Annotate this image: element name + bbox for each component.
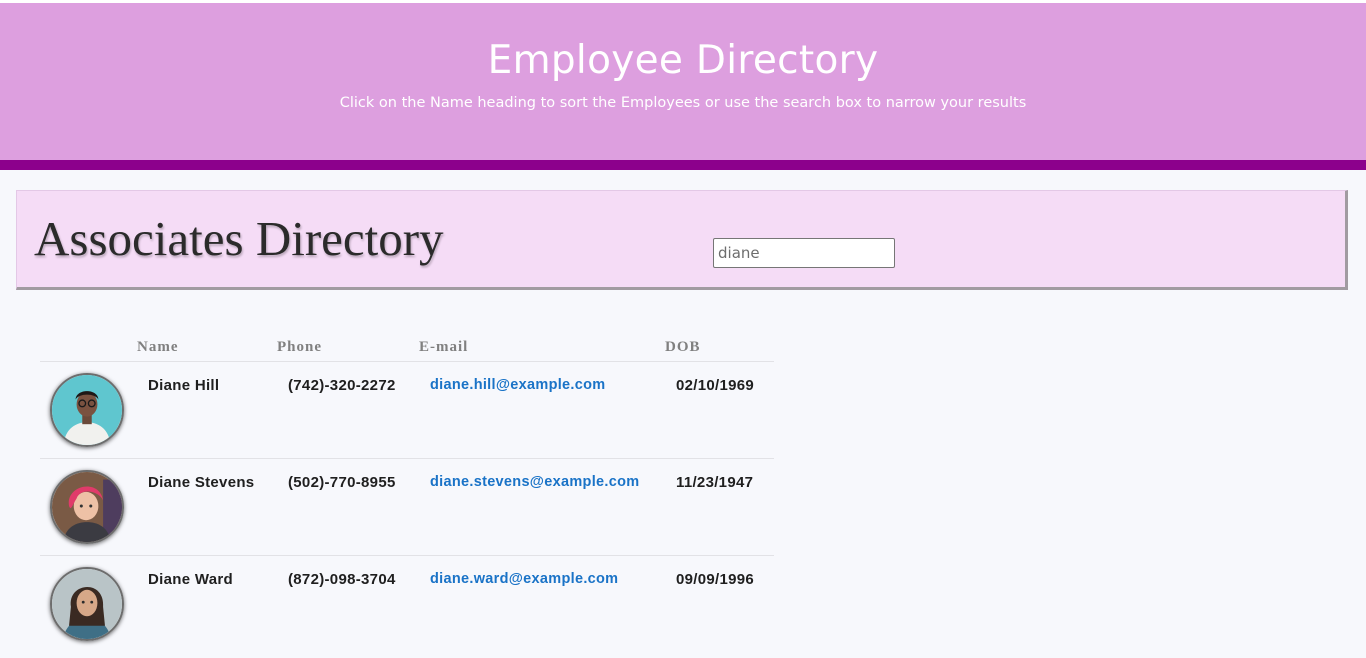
employee-name: Diane Ward [148,571,233,588]
employee-name: Diane Hill [148,377,220,394]
column-header-dob: DOB [665,339,701,355]
employee-dob: 11/23/1947 [676,474,754,491]
search-input[interactable] [713,238,895,268]
page-header: Employee Directory Click on the Name hea… [0,3,1366,160]
employee-phone: (742)-320-2272 [288,377,396,394]
employee-name: Diane Stevens [148,474,255,491]
table-row: Diane Ward (872)-098-3704 diane.ward@exa… [40,556,774,652]
column-header-name[interactable]: Name [137,339,179,356]
page-title: Employee Directory [487,38,879,83]
avatar [50,470,124,544]
employee-table: Name Phone E-mail DOB Diane Hill (742)-3… [40,338,774,652]
employee-dob: 02/10/1969 [676,377,755,394]
employee-phone: (502)-770-8955 [288,474,396,491]
page-subtitle: Click on the Name heading to sort the Em… [339,95,1027,111]
employee-email-link[interactable]: diane.ward@example.com [430,571,618,587]
avatar [50,373,124,447]
employee-email-link[interactable]: diane.stevens@example.com [430,474,639,490]
employee-dob: 09/09/1996 [676,571,755,588]
column-header-email: E-mail [419,339,469,355]
column-header-phone: Phone [277,339,323,355]
directory-title: Associates Directory [34,211,444,266]
header-accent-bar [0,160,1366,170]
employee-email-link[interactable]: diane.hill@example.com [430,377,605,393]
directory-banner: Associates Directory [16,190,1348,290]
employee-phone: (872)-098-3704 [288,571,396,588]
avatar [50,567,124,641]
table-row: Diane Stevens (502)-770-8955 diane.steve… [40,459,774,556]
table-row: Diane Hill (742)-320-2272 diane.hill@exa… [40,362,774,459]
table-header: Name Phone E-mail DOB [40,338,774,362]
